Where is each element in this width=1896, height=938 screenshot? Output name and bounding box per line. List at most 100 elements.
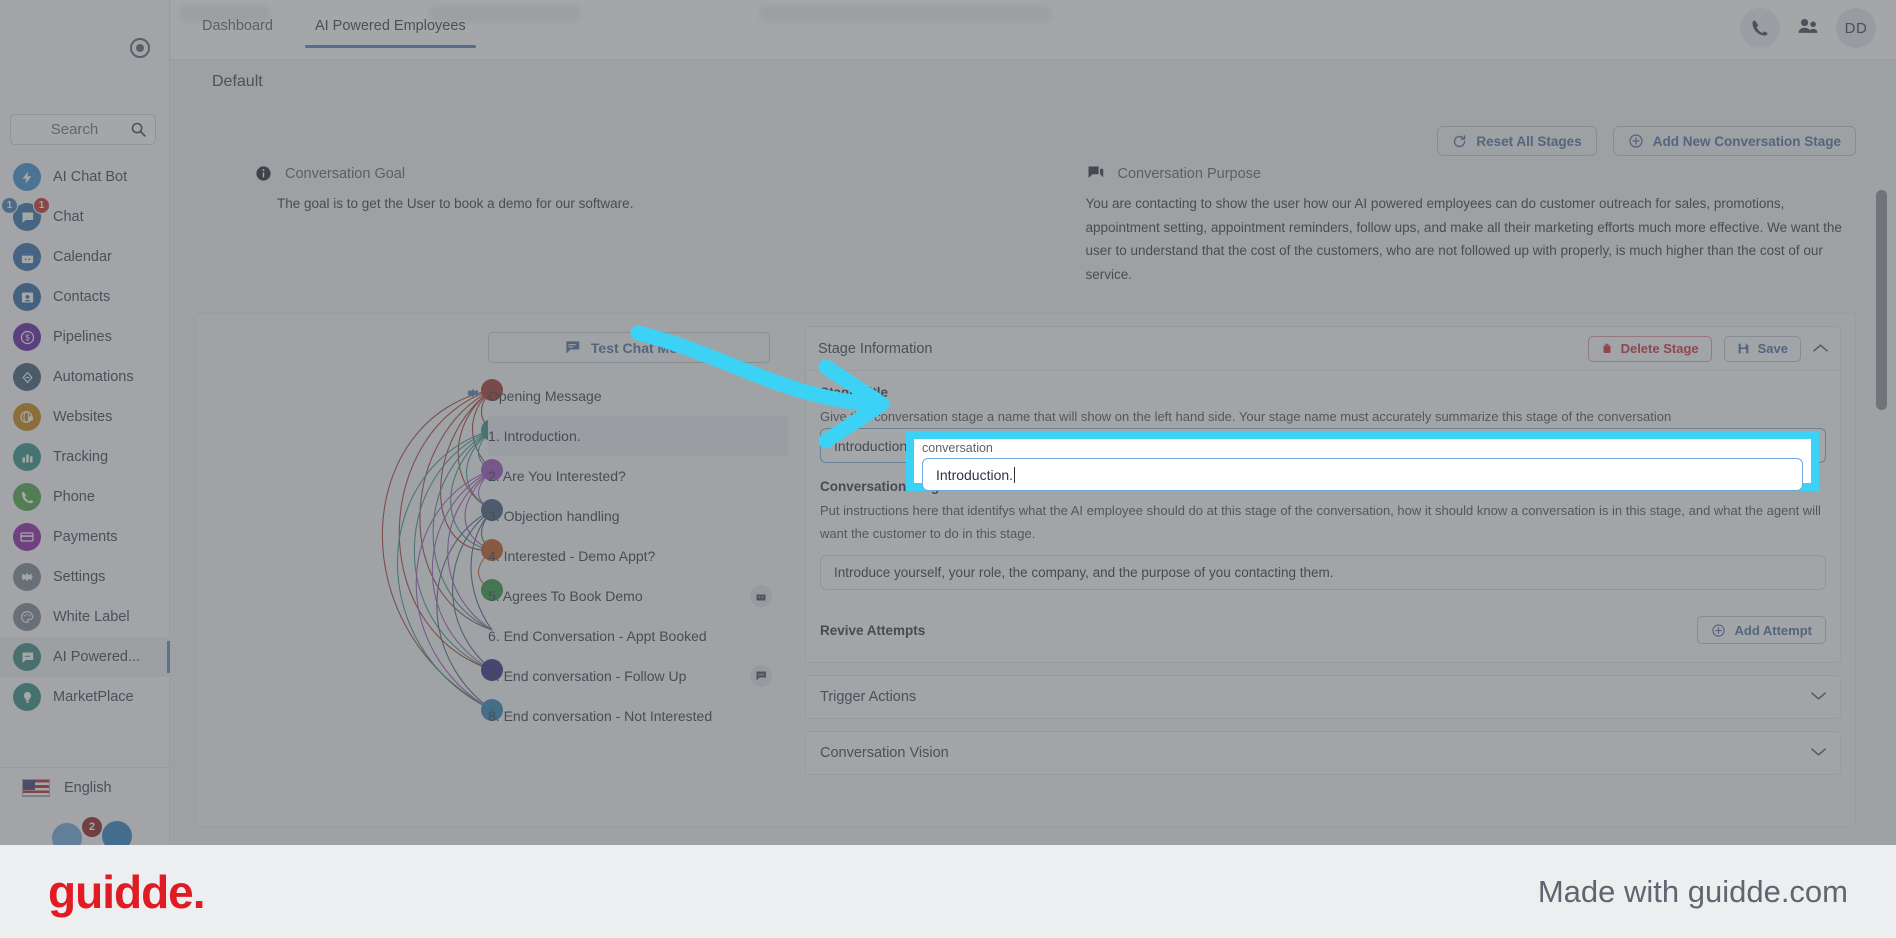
chevron-up-icon[interactable] — [1813, 341, 1828, 356]
dollar-icon: $ — [13, 323, 41, 351]
gear-icon[interactable] — [465, 385, 481, 406]
sidebar-item-tracking[interactable]: Tracking — [0, 437, 170, 477]
stage-title-label: Stage Title — [820, 385, 889, 400]
revive-attempts-label: Revive Attempts — [820, 622, 926, 638]
sidebar-item-label: White Label — [53, 609, 130, 625]
bolt-icon — [13, 163, 41, 191]
stage-information-title: Stage Information — [818, 340, 933, 357]
sidebar-item-marketplace[interactable]: MarketPlace — [0, 677, 170, 717]
help-bubble-icon[interactable] — [52, 823, 82, 845]
add-new-conversation-stage-label: Add New Conversation Stage — [1652, 133, 1841, 149]
sidebar-item-label: Settings — [53, 569, 106, 585]
sidebar-item-label: MarketPlace — [53, 689, 134, 705]
bulb-icon — [13, 683, 41, 711]
stage-row-8[interactable]: 8. End conversation - Not Interested — [488, 696, 788, 736]
sidebar-item-contacts[interactable]: Contacts — [0, 277, 170, 317]
stage-title-help: Give this conversation stage a name that… — [820, 409, 1672, 424]
guidde-footer: guidde. Made with guidde.com — [0, 845, 1896, 938]
save-icon — [1738, 343, 1748, 354]
chat-bubble-badge: 2 — [82, 817, 102, 837]
stage-title-input-highlighted[interactable]: Introduction. — [922, 458, 1803, 491]
phone-icon — [13, 483, 41, 511]
sidebar-item-ai-chat-bot[interactable]: AI Chat Bot — [0, 157, 170, 197]
sidebar-item-label: Tracking — [53, 449, 109, 465]
calendar-icon[interactable] — [750, 585, 772, 607]
instructions-input[interactable]: Introduce yourself, your role, the compa… — [820, 555, 1826, 591]
stage-label: 8. End conversation - Not Interested — [488, 708, 713, 724]
sidebar-item-label: AI Powered... — [53, 649, 141, 665]
conversation-purpose-text: You are contacting to show the user how … — [1085, 196, 1842, 282]
stage-connections-graph — [381, 379, 503, 721]
stage-row-7[interactable]: 7. End conversation - Follow Up — [488, 656, 788, 696]
chat-icon — [565, 341, 580, 354]
sidebar-item-label: Pipelines — [53, 329, 112, 345]
conversation-goal-heading: Conversation Goal — [285, 165, 406, 182]
speech-icon — [1087, 166, 1103, 179]
tab-dashboard[interactable]: Dashboard — [192, 14, 283, 48]
stage-label: 1. Introduction. — [488, 428, 581, 444]
people-icon[interactable] — [1796, 15, 1820, 42]
sidebar-item-label: Contacts — [53, 289, 111, 305]
tab-ai-powered-employees[interactable]: AI Powered Employees — [304, 14, 476, 48]
sidebar-item-payments[interactable]: Payments — [0, 517, 170, 557]
sidebar-item-white-label[interactable]: White Label — [0, 597, 170, 637]
stage-information-pane: Stage Information Delete Stage Save Stag… — [791, 314, 1855, 826]
chat-icon[interactable] — [750, 665, 772, 687]
delete-stage-button[interactable]: Delete Stage — [1587, 335, 1712, 362]
guidde-logo: guidde. — [48, 865, 206, 918]
conversation-purpose-block: Conversation Purpose You are contacting … — [1026, 165, 1857, 287]
search-input[interactable]: Search — [10, 114, 156, 145]
sidebar-item-ai-powered-employees[interactable]: AI Powered... — [0, 637, 170, 677]
guide-arrow — [630, 325, 920, 465]
phone-icon[interactable] — [1740, 8, 1780, 48]
sidebar-item-automations[interactable]: Automations — [0, 357, 170, 397]
add-new-conversation-stage-button[interactable]: Add New Conversation Stage — [1612, 126, 1856, 156]
sidebar-item-websites[interactable]: Websites — [0, 397, 170, 437]
stage-label: Opening Message — [488, 388, 602, 404]
stage-row-4[interactable]: 4. Interested - Demo Appt? — [488, 536, 788, 576]
trigger-actions-section[interactable]: Trigger Actions — [805, 675, 1841, 720]
chevron-down-icon[interactable] — [1811, 688, 1826, 706]
conversation-goal-block: Conversation Goal The goal is to get the… — [195, 165, 1026, 287]
highlight-ghost-text: conversation — [922, 441, 993, 455]
avatar-initials: DD — [1844, 19, 1868, 37]
stage-row-5[interactable]: 5. Agrees To Book Demo — [488, 576, 788, 616]
top-actions: DD — [1740, 8, 1876, 48]
save-button[interactable]: Save — [1723, 335, 1801, 362]
language-selector[interactable]: English — [0, 767, 170, 807]
sidebar-item-label: Automations — [53, 369, 134, 385]
chat-badge-left: 1 — [1, 197, 18, 214]
stage-information-body: Stage Title Give this conversation stage… — [806, 371, 1840, 662]
stage-row-6[interactable]: 6. End Conversation - Appt Booked — [488, 616, 788, 656]
sidebar-item-label: Chat — [53, 209, 84, 225]
main-tabs: Dashboard AI Powered Employees — [192, 14, 476, 48]
add-attempt-label: Add Attempt — [1734, 622, 1812, 638]
add-attempt-button[interactable]: Add Attempt — [1697, 616, 1826, 645]
chat-bubble-icon[interactable] — [102, 821, 132, 845]
info-icon — [256, 166, 271, 181]
stage-row-3[interactable]: 3. Objection handling — [488, 496, 788, 536]
goal-purpose-row: Conversation Goal The goal is to get the… — [195, 165, 1856, 287]
card-icon — [13, 523, 41, 551]
sidebar-item-chat[interactable]: 1 1 Chat — [0, 197, 170, 237]
support-bubbles[interactable]: 2 — [30, 817, 170, 845]
conversation-goal-text: The goal is to get the User to book a de… — [277, 196, 634, 211]
save-label: Save — [1757, 341, 1788, 356]
collapse-sidebar-icon[interactable] — [130, 38, 150, 58]
chevron-down-icon[interactable] — [1811, 744, 1826, 762]
vertical-scrollbar-thumb[interactable] — [1876, 190, 1887, 410]
stage-label: 7. End conversation - Follow Up — [488, 668, 687, 684]
sidebar-item-phone[interactable]: Phone — [0, 477, 170, 517]
language-label: English — [64, 779, 112, 796]
avatar[interactable]: DD — [1836, 8, 1876, 48]
delete-stage-label: Delete Stage — [1620, 341, 1699, 356]
conversation-vision-section[interactable]: Conversation Vision — [805, 731, 1841, 776]
reset-all-stages-button[interactable]: Reset All Stages — [1437, 126, 1597, 156]
contacts-icon — [13, 283, 41, 311]
sidebar-item-label: Calendar — [53, 249, 112, 265]
svg-text:$: $ — [25, 333, 30, 342]
sidebar-item-pipelines[interactable]: $ Pipelines — [0, 317, 170, 357]
sidebar-item-calendar[interactable]: Calendar — [0, 237, 170, 277]
instructions-help: Put instructions here that identifys wha… — [820, 503, 1821, 541]
sidebar-item-settings[interactable]: Settings — [0, 557, 170, 597]
